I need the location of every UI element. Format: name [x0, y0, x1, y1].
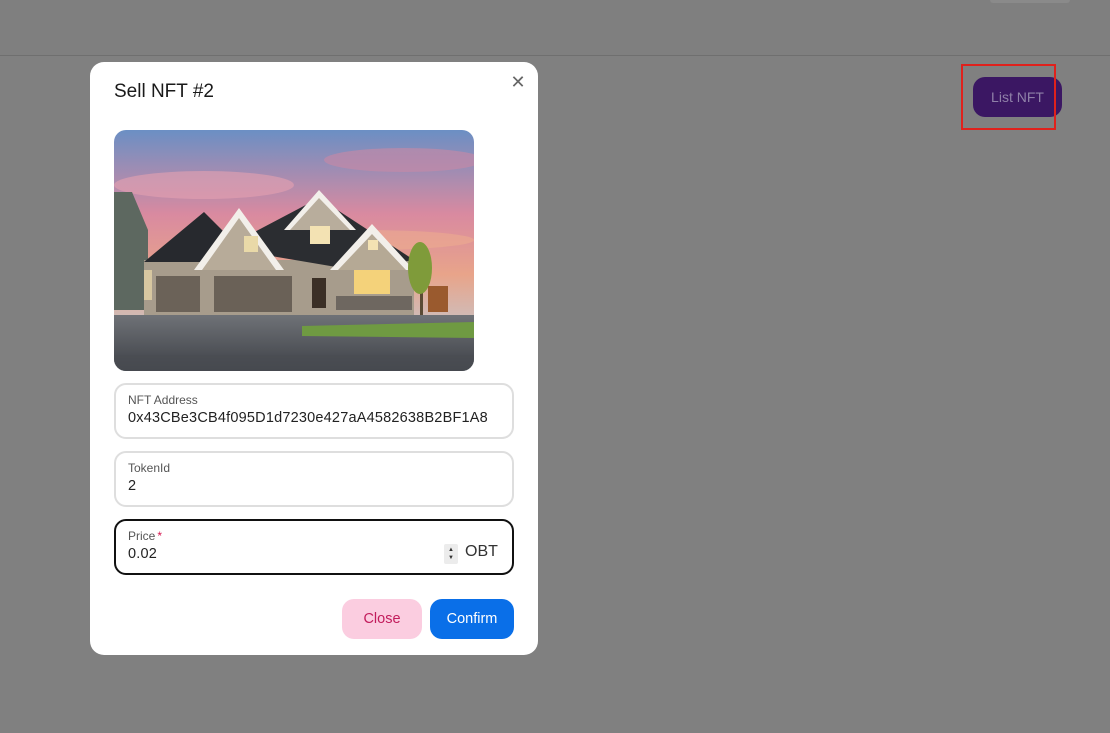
sell-nft-modal: Sell NFT #2 ✕ NFT Address 0x43CBe3CB4f09… [90, 62, 538, 655]
price-field[interactable]: Price * 0.02 ▲ ▼ OBT [114, 519, 514, 575]
stepper-up-icon[interactable]: ▲ [448, 546, 454, 554]
confirm-button[interactable]: Confirm [430, 599, 514, 639]
token-id-field[interactable]: TokenId 2 [114, 451, 514, 507]
price-input[interactable]: 0.02 [128, 546, 157, 562]
header-tab-edge [990, 0, 1070, 3]
token-id-value[interactable]: 2 [128, 478, 136, 494]
nft-address-field[interactable]: NFT Address 0x43CBe3CB4f095D1d7230e427aA… [114, 383, 514, 439]
stepper-down-icon[interactable]: ▼ [448, 554, 454, 562]
price-label-text: Price [128, 529, 156, 543]
required-mark: * [157, 529, 163, 543]
nft-address-value[interactable]: 0x43CBe3CB4f095D1d7230e427aA4582638B2BF1… [128, 410, 488, 426]
list-nft-button[interactable]: List NFT [973, 77, 1062, 117]
app-header-bar [0, 0, 1110, 56]
modal-title: Sell NFT #2 [114, 81, 214, 102]
nft-address-label: NFT Address [128, 393, 198, 407]
close-button[interactable]: Close [342, 599, 422, 639]
token-id-label: TokenId [128, 461, 171, 475]
house-photo-icon [114, 130, 474, 371]
nft-image [114, 130, 474, 371]
price-stepper[interactable]: ▲ ▼ [444, 544, 458, 564]
close-icon[interactable]: ✕ [508, 72, 528, 92]
price-label: Price * [128, 529, 162, 543]
price-unit: OBT [465, 543, 498, 560]
